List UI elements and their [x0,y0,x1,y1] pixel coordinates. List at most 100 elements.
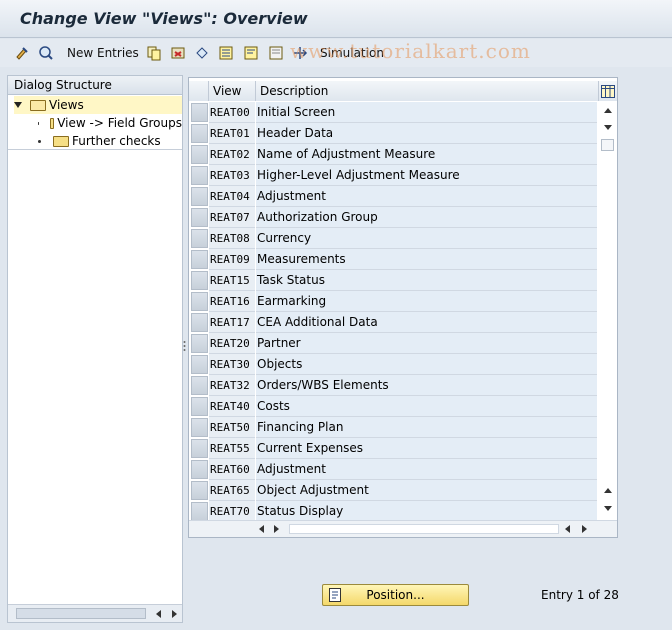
scroll-right-left-icon[interactable] [565,525,570,533]
tree-item-views[interactable]: Views [14,96,182,114]
table-row[interactable]: REAT02 Name of Adjustment Measure [189,144,599,165]
description-cell[interactable]: Object Adjustment [256,480,597,501]
select-all-header[interactable] [189,81,209,101]
table-row[interactable]: REAT04 Adjustment [189,186,599,207]
description-cell[interactable]: Financing Plan [256,417,597,438]
table-row[interactable]: REAT08 Currency [189,228,599,249]
position-button[interactable]: Position... [322,584,469,606]
description-cell[interactable]: Current Expenses [256,438,597,459]
description-cell[interactable]: Costs [256,396,597,417]
description-cell[interactable]: Name of Adjustment Measure [256,144,597,165]
scroll-left-icon[interactable] [259,525,264,533]
undo-change-icon[interactable] [194,45,210,61]
scroll-down-icon[interactable] [604,125,612,130]
scrollbar-thumb[interactable] [16,608,146,619]
row-selector[interactable] [191,502,208,521]
column-header-description[interactable]: Description [256,81,599,101]
view-cell[interactable]: REAT08 [209,228,255,249]
table-row[interactable]: REAT15 Task Status [189,270,599,291]
scroll-up-icon[interactable] [604,108,612,113]
row-selector[interactable] [191,313,208,332]
view-cell[interactable]: REAT00 [209,102,255,123]
table-row[interactable]: REAT60 Adjustment [189,459,599,480]
display-change-icon[interactable] [38,45,54,61]
view-cell[interactable]: REAT70 [209,501,255,522]
table-horizontal-scrollbar[interactable] [189,520,617,537]
row-selector[interactable] [191,355,208,374]
description-cell[interactable]: Currency [256,228,597,249]
row-selector[interactable] [191,229,208,248]
row-selector[interactable] [191,271,208,290]
view-cell[interactable]: REAT04 [209,186,255,207]
new-entries-button[interactable]: New Entries [67,46,139,60]
view-cell[interactable]: REAT16 [209,291,255,312]
description-cell[interactable]: Objects [256,354,597,375]
scrollbar-thumb[interactable] [601,139,614,151]
table-row[interactable]: REAT01 Header Data [189,123,599,144]
row-selector[interactable] [191,397,208,416]
description-cell[interactable]: Partner [256,333,597,354]
table-row[interactable]: REAT40 Costs [189,396,599,417]
table-row[interactable]: REAT09 Measurements [189,249,599,270]
row-selector[interactable] [191,439,208,458]
scroll-page-down-icon[interactable] [604,506,612,511]
view-cell[interactable]: REAT32 [209,375,255,396]
column-header-view[interactable]: View [209,81,256,101]
description-cell[interactable]: CEA Additional Data [256,312,597,333]
view-cell[interactable]: REAT55 [209,438,255,459]
tree-item-further-checks[interactable]: Further checks [38,132,182,150]
view-cell[interactable]: REAT07 [209,207,255,228]
description-cell[interactable]: Measurements [256,249,597,270]
tree-item-field-groups[interactable]: View -> Field Groups [38,114,182,132]
view-cell[interactable]: REAT02 [209,144,255,165]
pane-splitter[interactable] [183,340,186,354]
table-row[interactable]: REAT00 Initial Screen [189,102,599,123]
table-row[interactable]: REAT20 Partner [189,333,599,354]
view-cell[interactable]: REAT03 [209,165,255,186]
copy-icon[interactable] [146,45,162,61]
view-cell[interactable]: REAT65 [209,480,255,501]
view-cell[interactable]: REAT15 [209,270,255,291]
table-row[interactable]: REAT30 Objects [189,354,599,375]
view-cell[interactable]: REAT20 [209,333,255,354]
select-all-icon[interactable] [218,45,234,61]
description-cell[interactable]: Task Status [256,270,597,291]
table-row[interactable]: REAT16 Earmarking [189,291,599,312]
description-cell[interactable]: Earmarking [256,291,597,312]
row-selector[interactable] [191,166,208,185]
description-cell[interactable]: Orders/WBS Elements [256,375,597,396]
table-row[interactable]: REAT07 Authorization Group [189,207,599,228]
row-selector[interactable] [191,292,208,311]
row-selector[interactable] [191,145,208,164]
row-selector[interactable] [191,124,208,143]
table-row[interactable]: REAT03 Higher-Level Adjustment Measure [189,165,599,186]
table-row[interactable]: REAT32 Orders/WBS Elements [189,375,599,396]
row-selector[interactable] [191,250,208,269]
row-selector[interactable] [191,208,208,227]
scroll-right-icon[interactable] [172,610,177,618]
view-cell[interactable]: REAT50 [209,417,255,438]
table-row[interactable]: REAT50 Financing Plan [189,417,599,438]
select-block-icon[interactable] [243,45,259,61]
description-cell[interactable]: Adjustment [256,459,597,480]
edit-pencil-icon[interactable] [14,45,30,61]
table-row[interactable]: REAT17 CEA Additional Data [189,312,599,333]
table-row[interactable]: REAT55 Current Expenses [189,438,599,459]
description-cell[interactable]: Adjustment [256,186,597,207]
description-cell[interactable]: Authorization Group [256,207,597,228]
scroll-right-right-icon[interactable] [582,525,587,533]
table-row[interactable]: REAT70 Status Display [189,501,599,522]
description-cell[interactable]: Higher-Level Adjustment Measure [256,165,597,186]
view-cell[interactable]: REAT60 [209,459,255,480]
view-cell[interactable]: REAT40 [209,396,255,417]
view-cell[interactable]: REAT09 [209,249,255,270]
deselect-all-icon[interactable] [268,45,284,61]
table-row[interactable]: REAT65 Object Adjustment [189,480,599,501]
row-selector[interactable] [191,187,208,206]
table-settings-icon[interactable] [599,82,616,100]
row-selector[interactable] [191,376,208,395]
view-cell[interactable]: REAT30 [209,354,255,375]
table-vertical-scrollbar[interactable] [599,102,616,520]
row-selector[interactable] [191,418,208,437]
expand-caret-icon[interactable] [14,102,22,108]
